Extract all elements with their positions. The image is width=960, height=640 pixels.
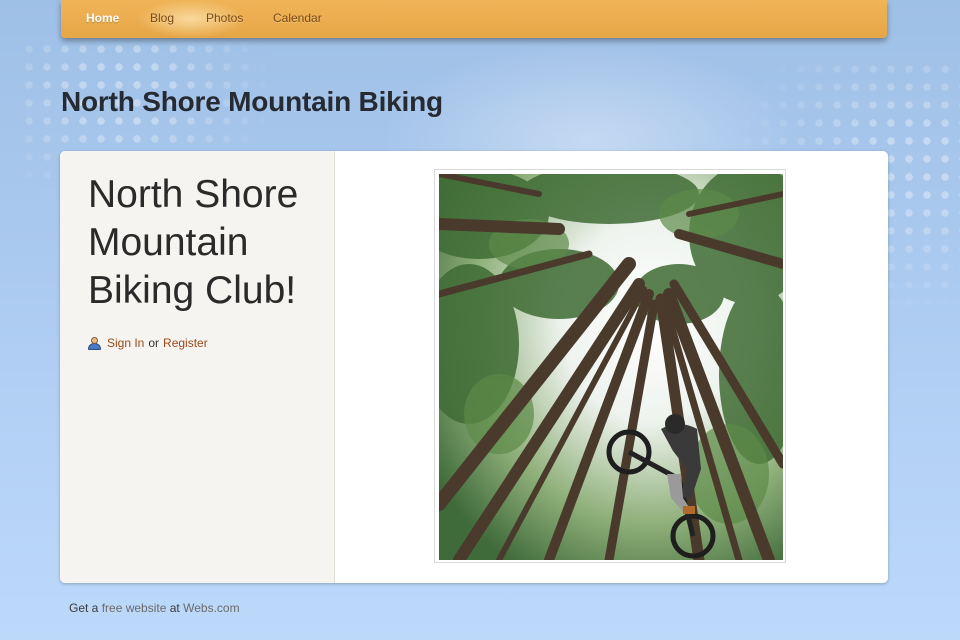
- featured-photo: [434, 169, 786, 563]
- free-website-link[interactable]: free website: [102, 601, 167, 615]
- sign-in-link[interactable]: Sign In: [107, 336, 144, 350]
- club-heading: North Shore Mountain Biking Club!: [88, 173, 299, 312]
- main-content-panel: North Shore Mountain Biking Club! Sign I…: [60, 151, 888, 583]
- nav-item-photos[interactable]: Photos: [206, 11, 243, 25]
- nav-item-calendar[interactable]: Calendar: [273, 11, 322, 25]
- top-navigation-bar: Home Blog Photos Calendar: [61, 0, 887, 38]
- user-icon: [88, 336, 101, 350]
- biker-forest-photo: [439, 174, 783, 560]
- footer-mid: at: [169, 601, 180, 615]
- register-link[interactable]: Register: [163, 336, 208, 350]
- site-title: North Shore Mountain Biking: [61, 86, 443, 117]
- or-text: or: [148, 336, 160, 350]
- nav-item-blog[interactable]: Blog: [150, 11, 174, 25]
- auth-links: Sign In or Register: [88, 336, 208, 350]
- nav-item-home[interactable]: Home: [86, 11, 119, 25]
- footer-prefix: Get a: [69, 601, 99, 615]
- sidebar: North Shore Mountain Biking Club! Sign I…: [60, 151, 335, 583]
- footer: Get a free website at Webs.com: [69, 601, 240, 615]
- webs-com-link[interactable]: Webs.com: [183, 601, 239, 615]
